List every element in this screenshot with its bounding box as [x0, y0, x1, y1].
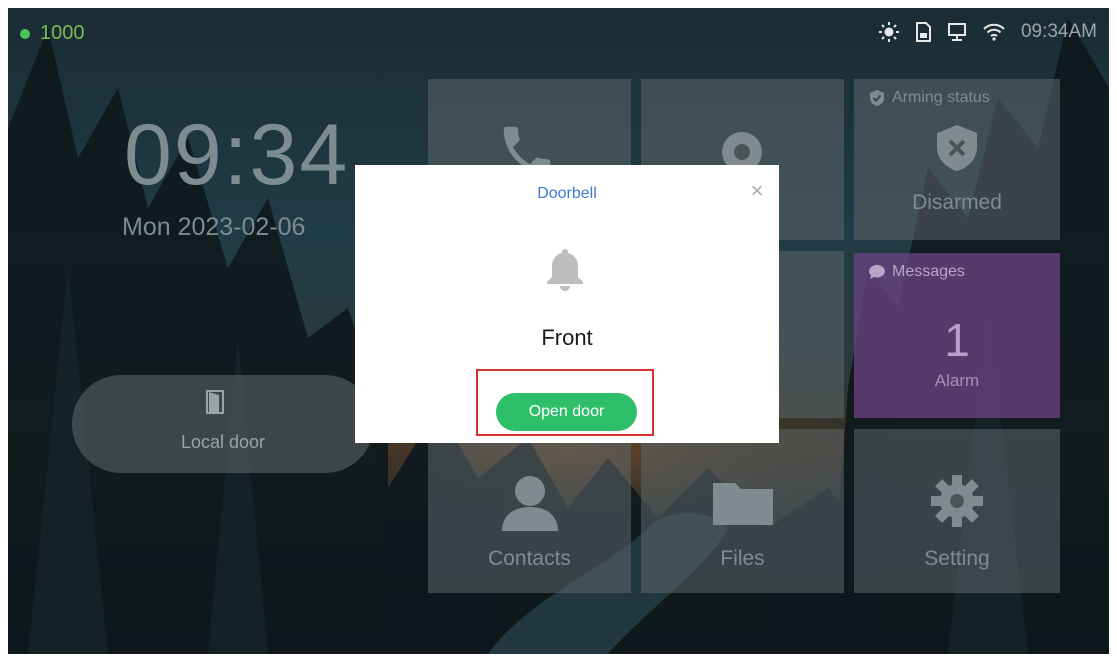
extension-number: 1000	[40, 22, 85, 44]
weather-icon	[878, 22, 899, 42]
open-door-button[interactable]: Open door	[496, 393, 637, 431]
door-icon	[206, 390, 224, 419]
device-screen: 1000 09:34AM 09:34 Mon 2023-02-06 Local …	[8, 8, 1109, 654]
doorbell-dialog: Doorbell × Front Open door	[355, 165, 779, 443]
shield-x-icon	[934, 123, 980, 178]
arming-status-header: Arming status	[868, 89, 990, 107]
shield-check-icon	[870, 90, 884, 106]
folder-icon	[713, 479, 773, 530]
tile-setting-label: Setting	[924, 547, 990, 570]
doorbell-door-name: Front	[541, 325, 593, 350]
status-time: 09:34AM	[1020, 21, 1097, 42]
local-door-button[interactable]: Local door	[72, 375, 374, 473]
person-icon	[498, 471, 562, 536]
home-clock: 09:34	[124, 107, 350, 203]
bell-icon	[545, 247, 585, 298]
network-icon	[947, 22, 967, 42]
messages-header: Messages	[868, 263, 965, 281]
tile-setting[interactable]: Setting	[854, 429, 1060, 593]
home-date: Mon 2023-02-06	[122, 213, 306, 241]
wifi-icon	[983, 23, 1005, 41]
tile-arming-status[interactable]: Arming status Disarmed	[854, 79, 1060, 240]
messages-alarm-label: Alarm	[934, 371, 980, 390]
local-door-label: Local door	[180, 432, 266, 452]
tile-files[interactable]: Files	[641, 429, 844, 593]
arming-status-value: Disarmed	[912, 191, 1002, 214]
online-status-dot	[20, 28, 30, 39]
status-bar: 1000 09:34AM	[8, 8, 1109, 52]
close-icon[interactable]: ×	[747, 180, 767, 202]
messages-count: 1	[944, 314, 970, 366]
sd-card-icon	[915, 22, 931, 42]
tile-contacts[interactable]: Contacts	[428, 429, 631, 593]
chat-bubble-icon	[869, 265, 885, 279]
tile-messages[interactable]: Messages 1 Alarm	[854, 253, 1060, 418]
gear-icon	[929, 473, 985, 534]
tile-contacts-label: Contacts	[488, 547, 571, 570]
tile-files-label: Files	[720, 547, 765, 570]
status-icons: 09:34AM	[878, 21, 1097, 43]
dialog-title: Doorbell	[537, 185, 597, 202]
extension-indicator: 1000	[20, 22, 85, 45]
